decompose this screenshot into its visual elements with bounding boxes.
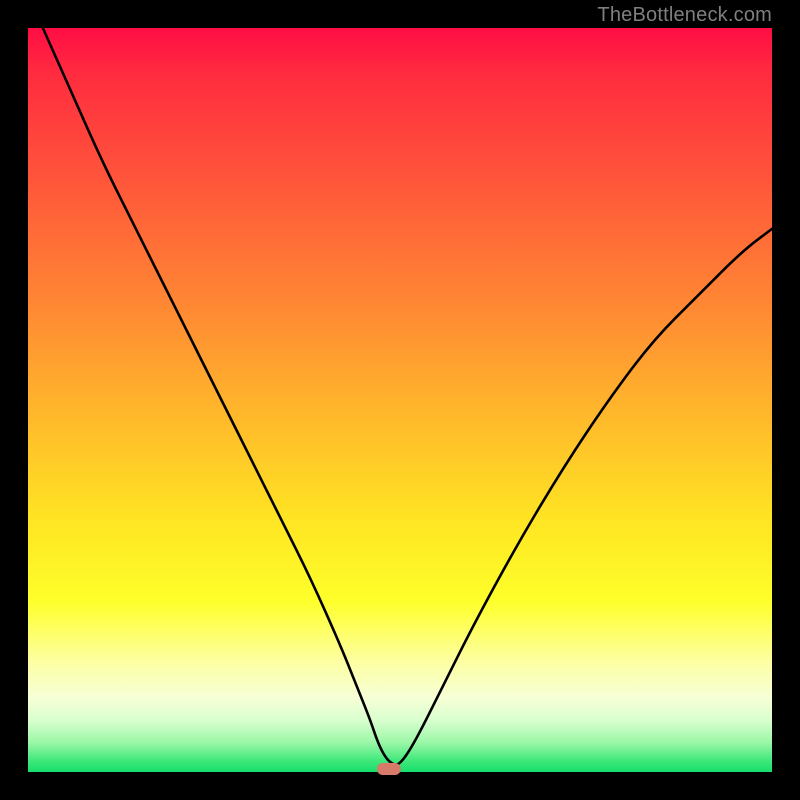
chart-frame: TheBottleneck.com [0,0,800,800]
minimum-marker [377,763,401,775]
bottleneck-curve-svg [28,28,772,772]
plot-area [28,28,772,772]
bottleneck-curve [43,28,772,765]
watermark-text: TheBottleneck.com [597,4,772,27]
